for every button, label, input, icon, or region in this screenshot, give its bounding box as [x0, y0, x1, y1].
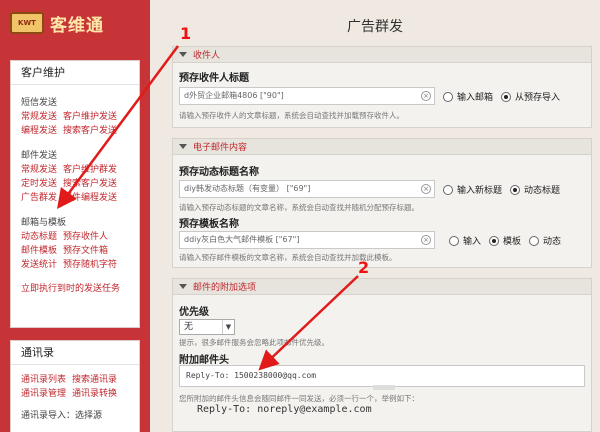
clear-icon[interactable]: ×: [421, 184, 431, 194]
textarea-scrollbar[interactable]: [373, 385, 395, 390]
radio-label: 模板: [503, 237, 522, 247]
address-import-text: 通讯录导入：选择源: [21, 411, 103, 421]
radio-label: 动态标题: [524, 186, 561, 196]
radio-selected-icon: [501, 91, 512, 102]
nav-mail-templates[interactable]: 邮件模板: [21, 246, 57, 256]
panel-title: 客户维护: [11, 61, 139, 85]
nav-run-due-tasks[interactable]: 立即执行到时的发送任务: [21, 284, 120, 294]
logo-badge: KWT: [10, 12, 44, 34]
chevron-down-icon: ▼: [222, 320, 234, 334]
group-title-sms: 短信发送: [21, 98, 58, 108]
radio-input-email[interactable]: 输入邮箱: [443, 90, 493, 103]
radio-selected-icon: [489, 235, 500, 246]
subject-radio-group: 输入新标题 动态标题: [443, 183, 568, 196]
headers-hint: 您所附加的邮件头信息会随同邮件一同发送，必须一行一个，举例如下：: [179, 394, 419, 403]
section-title: 电子邮件内容: [193, 143, 248, 153]
panel-title: 通讯录: [11, 341, 139, 365]
radio-circle-icon: [443, 184, 453, 195]
logo-text: 客维通: [50, 15, 104, 36]
nav-stored-files[interactable]: 预存文件箱: [63, 246, 108, 256]
annotation-number-2: 2: [358, 258, 370, 277]
nav-mail-programmed[interactable]: 邮件编程发送: [63, 193, 117, 203]
radio-label: 从预存导入: [515, 93, 561, 103]
group-title-templates: 邮箱与模板: [21, 218, 67, 228]
collapse-triangle-icon: [179, 144, 187, 149]
recipients-input[interactable]: d外贸企业邮箱4806 ["90"] ×: [179, 87, 435, 105]
clear-icon[interactable]: ×: [421, 235, 431, 245]
section-email-content: 电子邮件内容 预存动态标题名称 diy韩发动态标题（有变量） ["69"] × …: [172, 138, 592, 268]
radio-circle-icon: [449, 235, 459, 246]
radio-label: 动态: [543, 237, 562, 247]
sidebar: KWT 客维通 客户维护 短信发送 常规发送 客户维护发送 编程发送 搜索客户发送 …: [0, 0, 150, 432]
subject-input[interactable]: diy韩发动态标题（有变量） ["69"] ×: [179, 180, 435, 198]
nav-mail-search[interactable]: 搜索客户发送: [63, 179, 117, 189]
nav-send-stats[interactable]: 发送统计: [21, 260, 57, 270]
recipients-label: 预存收件人标题: [179, 73, 249, 84]
radio-label: 输入: [463, 237, 482, 247]
annotation-number-1: 1: [180, 24, 192, 43]
recipients-radio-group: 输入邮箱 从预存导入: [443, 90, 568, 103]
clear-icon[interactable]: ×: [421, 91, 431, 101]
nav-sms-maintenance[interactable]: 客户维护发送: [63, 112, 117, 122]
nav-sms-regular[interactable]: 常规发送: [21, 112, 57, 122]
nav-address-list[interactable]: 通讯录列表: [21, 375, 66, 385]
subject-hint: 请输入预存动态标题的文章名称，系统会自动查找并随机分配预存标题。: [179, 203, 419, 212]
panel-address-book: 通讯录 通讯录列表 搜索通讯录 通讯录管理 通讯录转换 通讯录导入：选择源: [10, 340, 140, 432]
priority-selected-value: 无: [184, 322, 194, 332]
section-title: 邮件的附加选项: [193, 283, 257, 293]
nav-random-chars[interactable]: 预存随机字符: [63, 260, 117, 270]
template-input-value: ddiy灰白色大气邮件模板 ["67"]: [184, 235, 300, 244]
page-title: 广告群发: [347, 19, 403, 35]
section-header-content[interactable]: 电子邮件内容: [173, 139, 591, 155]
panel-customer-maintenance: 客户维护 短信发送 常规发送 客户维护发送 编程发送 搜索客户发送 邮件发送 常规发…: [10, 60, 140, 328]
nav-sms-programmed[interactable]: 编程发送: [21, 126, 57, 136]
radio-new-subject[interactable]: 输入新标题: [443, 183, 502, 196]
section-recipients: 收件人 预存收件人标题 d外贸企业邮箱4806 ["90"] × 输入邮箱 从预…: [172, 46, 592, 128]
nav-address-search[interactable]: 搜索通讯录: [72, 375, 117, 385]
priority-hint: 提示，很多邮件服务会忽略此项邮件优先级。: [179, 338, 329, 347]
nav-dynamic-title[interactable]: 动态标题: [21, 232, 57, 242]
subject-label: 预存动态标题名称: [179, 167, 259, 178]
headers-example: Reply-To: noreply@example.com: [197, 404, 372, 415]
template-input[interactable]: ddiy灰白色大气邮件模板 ["67"] ×: [179, 231, 435, 249]
recipients-hint: 请输入预存收件人的文章标题，系统会自动查找并加载预存收件人。: [179, 111, 404, 120]
headers-label: 附加邮件头: [179, 355, 229, 366]
section-header-extras[interactable]: 邮件的附加选项: [173, 279, 591, 295]
radio-template-dynamic[interactable]: 动态: [529, 234, 561, 247]
radio-from-stored[interactable]: 从预存导入: [501, 90, 560, 103]
section-extra-options: 邮件的附加选项 优先级 无 ▼ 提示，很多邮件服务会忽略此项邮件优先级。 附加邮…: [172, 278, 592, 432]
nav-address-convert[interactable]: 通讯录转换: [72, 389, 117, 399]
section-title: 收件人: [193, 51, 221, 61]
radio-dynamic-subject[interactable]: 动态标题: [510, 183, 560, 196]
recipients-input-value: d外贸企业邮箱4806 ["90"]: [184, 91, 284, 100]
radio-circle-icon: [443, 91, 453, 102]
nav-address-manage[interactable]: 通讯录管理: [21, 389, 66, 399]
radio-template-input[interactable]: 输入: [449, 234, 481, 247]
nav-stored-recipients[interactable]: 预存收件人: [63, 232, 108, 242]
radio-template-stored[interactable]: 模板: [489, 234, 521, 247]
headers-textarea[interactable]: Reply-To: 1500238000@qq.com: [179, 365, 585, 387]
app-logo[interactable]: KWT 客维通: [10, 10, 104, 36]
group-title-mail: 邮件发送: [21, 151, 58, 161]
template-radio-group: 输入 模板 动态: [449, 234, 569, 247]
nav-mail-scheduled[interactable]: 定时发送: [21, 179, 57, 189]
nav-sms-search[interactable]: 搜索客户发送: [63, 126, 117, 136]
radio-label: 输入新标题: [457, 186, 503, 196]
radio-circle-icon: [529, 235, 540, 246]
nav-mail-ad-broadcast[interactable]: 广告群发: [21, 193, 57, 203]
nav-mail-maintenance[interactable]: 客户维护群发: [63, 165, 117, 175]
section-header-recipients[interactable]: 收件人: [173, 47, 591, 63]
main-content: 广告群发 收件人 预存收件人标题 d外贸企业邮箱4806 ["90"] × 输入…: [150, 0, 600, 432]
collapse-triangle-icon: [179, 52, 187, 57]
headers-textarea-value: Reply-To: 1500238000@qq.com: [186, 371, 317, 380]
radio-label: 输入邮箱: [457, 93, 494, 103]
nav-mail-regular[interactable]: 常规发送: [21, 165, 57, 175]
template-label: 预存模板名称: [179, 219, 239, 230]
radio-selected-icon: [510, 184, 521, 195]
subject-input-value: diy韩发动态标题（有变量） ["69"]: [184, 184, 311, 193]
collapse-triangle-icon: [179, 284, 187, 289]
priority-label: 优先级: [179, 307, 209, 318]
priority-select[interactable]: 无 ▼: [179, 319, 235, 335]
